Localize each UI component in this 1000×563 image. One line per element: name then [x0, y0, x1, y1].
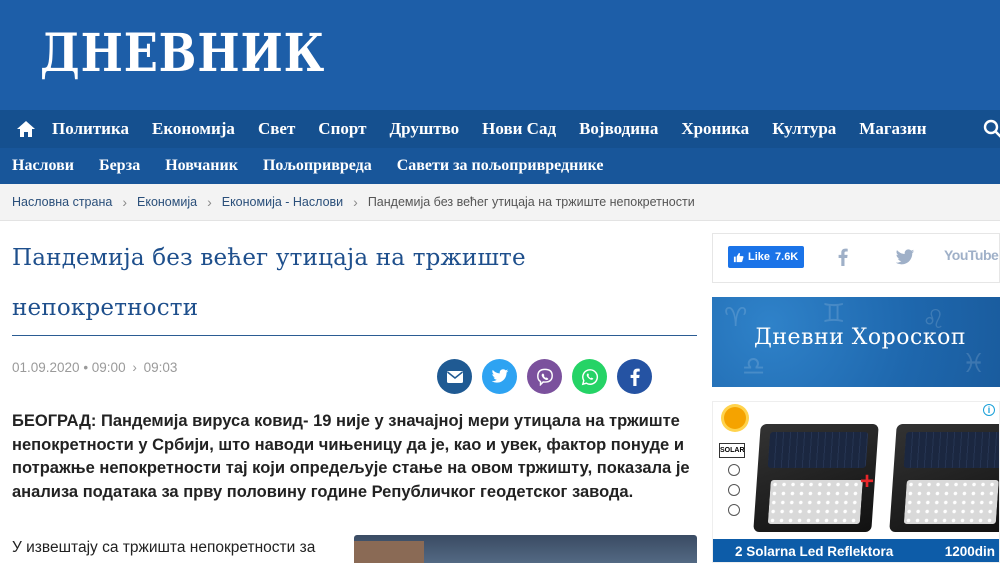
ad-price: 1200din — [944, 544, 995, 559]
breadcrumb-ekonomija-naslovi[interactable]: Економија - Наслови — [222, 195, 343, 209]
zodiac-decoration: ♓ — [962, 349, 986, 379]
site-logo[interactable]: ДНЕВНИК — [40, 22, 325, 86]
thumbs-up-icon — [733, 252, 744, 262]
like-count: 7.6K — [775, 251, 799, 263]
nav-item-drustvo[interactable]: Друштво — [389, 119, 459, 139]
article-body: У извештају са тржишта непокретности за … — [12, 539, 316, 563]
zodiac-decoration: ♎ — [742, 352, 766, 382]
sub-navigation: Наслови Берза Новчаник Пољопривреда Саве… — [0, 148, 1000, 184]
article-updated: 09:03 — [143, 360, 178, 375]
info-icon[interactable]: i — [983, 404, 995, 416]
facebook-share-button[interactable] — [617, 359, 652, 394]
nav-item-ekonomija[interactable]: Економија — [152, 119, 235, 139]
title-divider — [12, 335, 697, 336]
solar-lamp-image — [889, 424, 999, 532]
chevron-right-icon: › — [207, 194, 212, 210]
breadcrumb-current: Пандемија без већег утицаја на тржиште н… — [367, 195, 695, 209]
sun-icon — [724, 407, 746, 429]
article-date: 01.09.2020 • 09:00 — [12, 360, 126, 375]
facebook-icon — [630, 368, 640, 386]
chevron-right-icon: › — [132, 360, 137, 375]
subnav-item-naslovi[interactable]: Наслови — [12, 157, 74, 175]
site-header: ДНЕВНИК — [0, 0, 1000, 110]
whatsapp-share-button[interactable] — [572, 359, 607, 394]
article-meta: 01.09.2020 • 09:00 › 09:03 — [12, 360, 177, 375]
solar-tag: SOLAR — [719, 443, 745, 458]
zodiac-decoration: ♈ — [724, 303, 748, 333]
advertisement[interactable]: i SOLAR + 2 Solarna Led Reflektora 1200d… — [712, 401, 1000, 563]
breadcrumb-ekonomija[interactable]: Економија — [137, 195, 197, 209]
ad-product-name: 2 Solarna Led Reflektora — [735, 544, 894, 559]
nav-item-svet[interactable]: Свет — [258, 119, 295, 139]
twitter-icon[interactable] — [895, 249, 915, 271]
nav-item-magazin[interactable]: Магазин — [859, 119, 926, 139]
ad-banner[interactable]: 2 Solarna Led Reflektora 1200din — [713, 539, 999, 562]
twitter-icon — [491, 369, 508, 383]
search-icon[interactable] — [983, 119, 1000, 144]
home-icon[interactable] — [0, 110, 52, 148]
subnav-item-novcanik[interactable]: Новчаник — [165, 157, 238, 175]
nav-item-novi-sad[interactable]: Нови Сад — [482, 119, 556, 139]
youtube-label: YouTube — [944, 247, 999, 263]
social-links: Like 7.6K YouTube — [712, 233, 1000, 283]
facebook-like-button[interactable]: Like 7.6K — [728, 246, 805, 268]
article-photo[interactable] — [354, 535, 697, 563]
nav-item-kultura[interactable]: Култура — [772, 119, 836, 139]
chevron-right-icon: › — [353, 194, 358, 210]
article-lead: БЕОГРАД: Пандемија вируса ковид- 19 није… — [12, 412, 690, 501]
email-share-button[interactable] — [437, 359, 472, 394]
horoscope-banner[interactable]: ♈ ♊ ♌ ♎ ♓ Дневни Хороскоп — [712, 297, 1000, 387]
subnav-item-berza[interactable]: Берза — [99, 157, 140, 175]
feature-icons — [728, 464, 742, 524]
main-navigation: Политика Економија Свет Спорт Друштво Но… — [0, 110, 1000, 148]
nav-item-vojvodina[interactable]: Војводина — [579, 119, 658, 139]
photo-building — [354, 541, 424, 563]
whatsapp-icon — [581, 368, 598, 385]
viber-icon — [536, 368, 553, 386]
viber-share-button[interactable] — [527, 359, 562, 394]
nav-item-politika[interactable]: Политика — [52, 119, 129, 139]
breadcrumb-home[interactable]: Насловна страна — [12, 195, 112, 209]
subnav-item-poljoprivreda[interactable]: Пољопривреда — [263, 157, 372, 175]
like-label: Like — [748, 251, 771, 263]
chevron-right-icon: › — [122, 194, 127, 210]
horoscope-label: Дневни Хороскоп — [754, 325, 966, 350]
share-buttons — [437, 359, 662, 394]
youtube-icon[interactable]: YouTube — [944, 247, 999, 263]
facebook-icon[interactable] — [838, 248, 848, 271]
twitter-share-button[interactable] — [482, 359, 517, 394]
nav-item-hronika[interactable]: Хроника — [681, 119, 749, 139]
plus-icon: + — [860, 468, 875, 495]
nav-item-sport[interactable]: Спорт — [318, 119, 366, 139]
email-icon — [446, 370, 463, 383]
article-title: Пандемија без већег утицаја на тржиште н… — [12, 245, 526, 321]
breadcrumb: Насловна страна › Економија › Економија … — [0, 184, 1000, 221]
subnav-item-saveti[interactable]: Савети за пољопривреднике — [397, 157, 604, 175]
